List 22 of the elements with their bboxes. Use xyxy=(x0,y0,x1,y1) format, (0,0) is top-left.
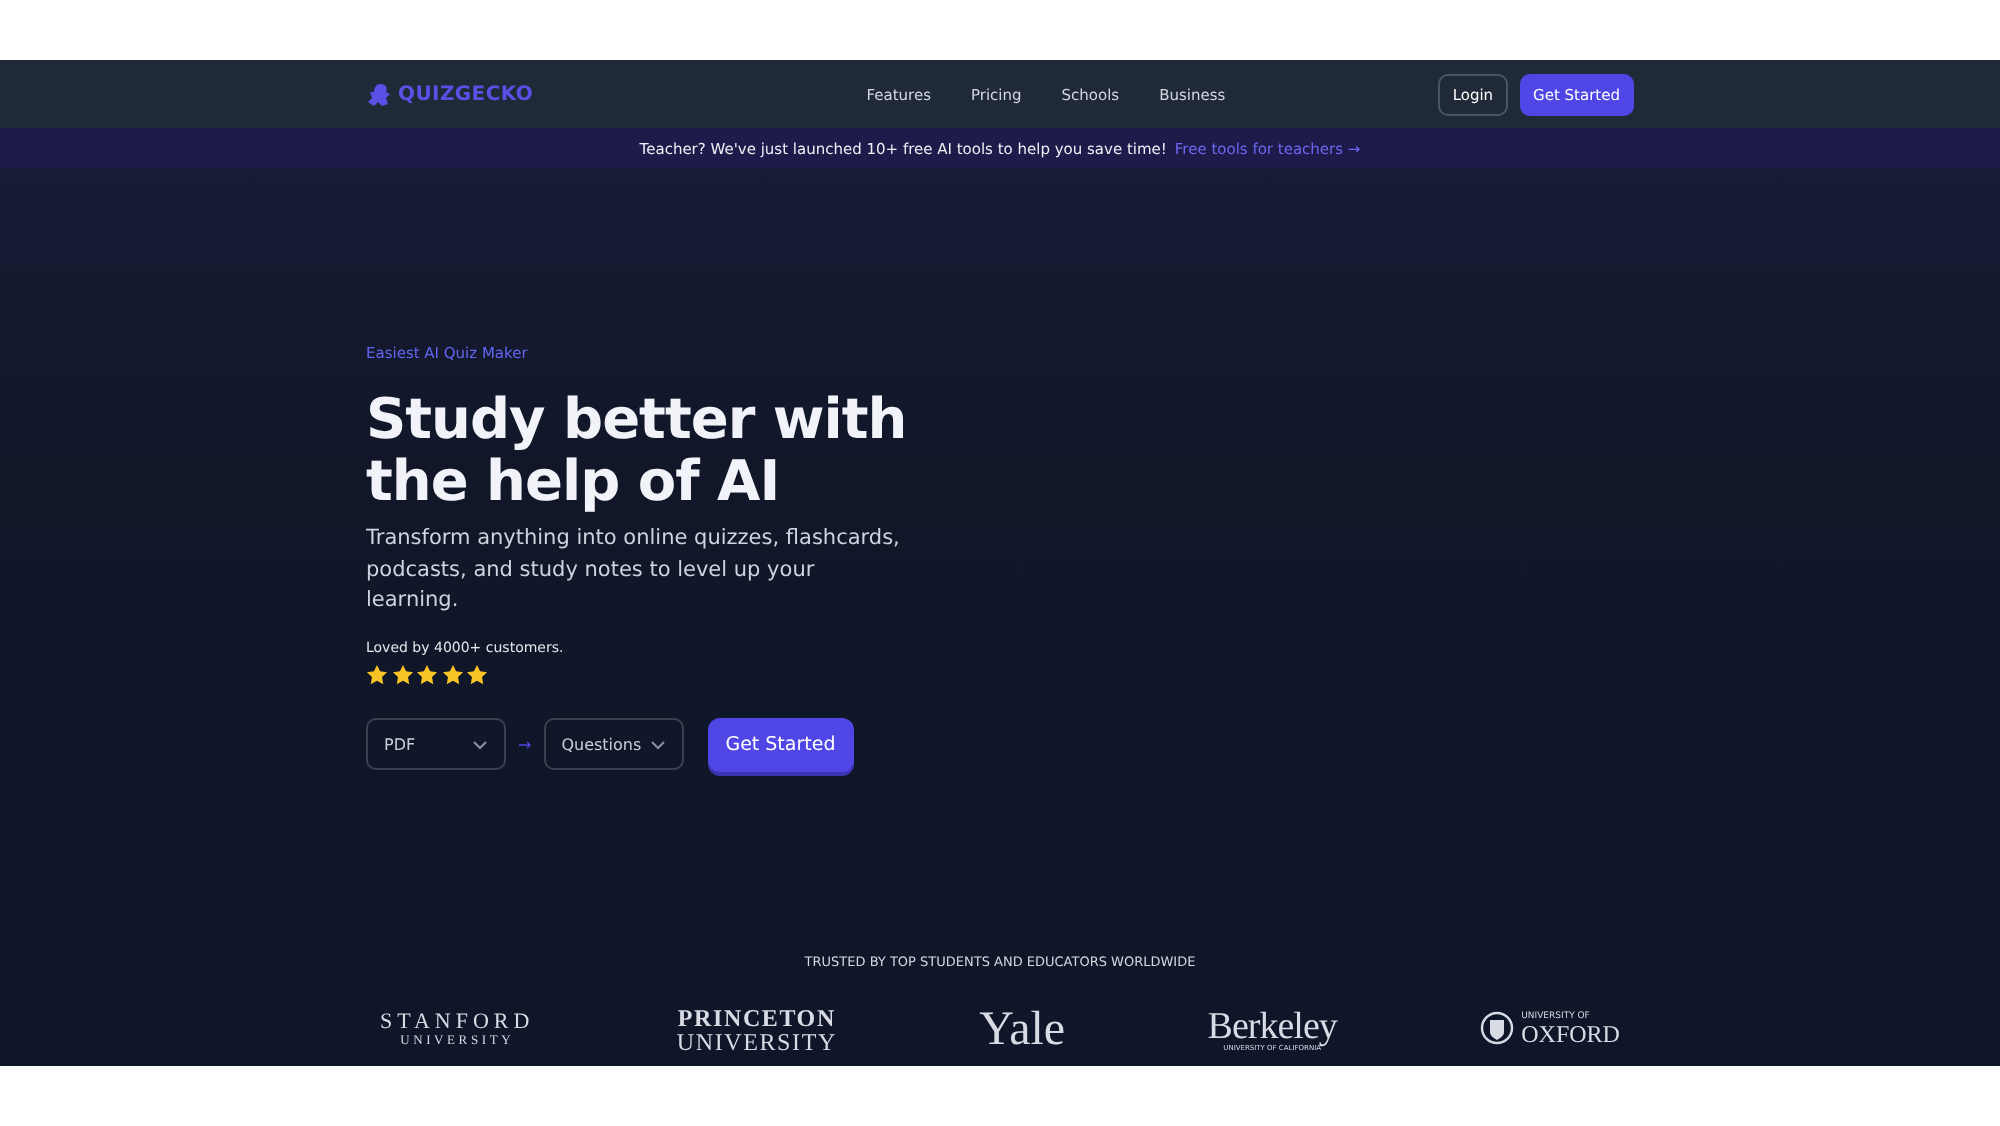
get-started-button[interactable]: Get Started xyxy=(707,717,854,771)
source-select[interactable]: PDF xyxy=(366,718,506,770)
crest-icon xyxy=(1479,1010,1514,1050)
output-select[interactable]: Questions xyxy=(543,718,684,770)
university-logo-text: PRINCETON xyxy=(677,1006,836,1030)
arrow-icon: → xyxy=(518,735,532,753)
star-icon xyxy=(416,663,438,685)
subtitle: Transform anything into online quizzes, flashcards, podcasts, and study notes to level up your learning. xyxy=(366,524,902,616)
headline: the help of AI xyxy=(366,450,780,512)
star-icon xyxy=(441,663,463,685)
star-icon xyxy=(366,663,388,685)
headline: Study better with xyxy=(366,388,907,450)
university-logo-text: Yale xyxy=(979,1004,1066,1056)
university-logo-text: UNIVERSITY xyxy=(676,1030,837,1054)
star-icon xyxy=(391,663,413,685)
logo-text: QUIZGECKO xyxy=(398,83,534,105)
university-logo-text: Berkeley xyxy=(1207,1007,1337,1046)
chevron-down-icon xyxy=(472,739,488,749)
university-logo-text: OXFORD xyxy=(1521,1022,1620,1047)
chevron-down-icon xyxy=(649,739,666,749)
university-logo-text: STANFORD xyxy=(380,1011,535,1034)
star-icon xyxy=(466,663,488,685)
